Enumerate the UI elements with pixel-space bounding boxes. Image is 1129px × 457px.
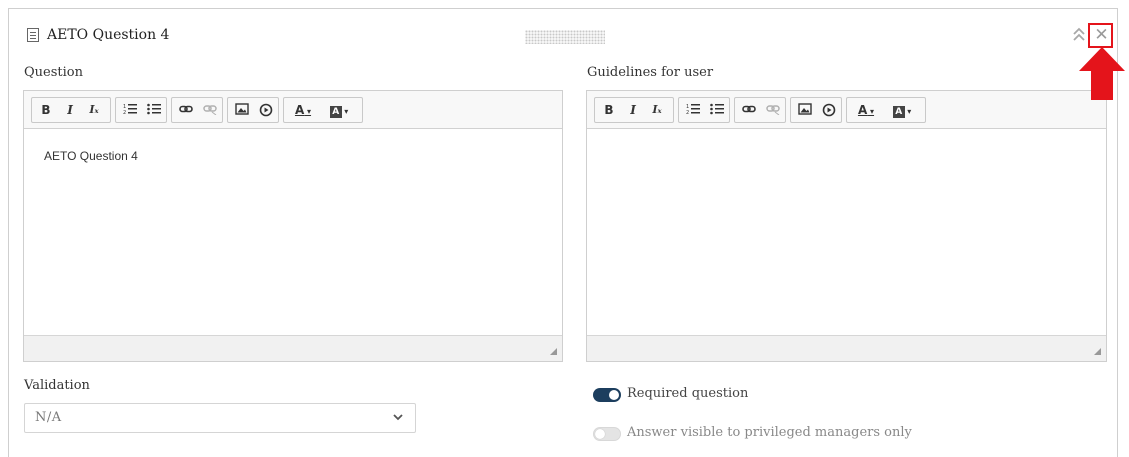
question-toolbar: B I Iₓ 12 A ▾ A ▾ (24, 91, 562, 129)
video-icon[interactable] (818, 98, 840, 122)
numbered-list-icon[interactable]: 12 (682, 98, 704, 122)
drag-handle[interactable] (525, 30, 605, 44)
chevron-down-icon (393, 414, 403, 421)
question-label: Question (24, 65, 83, 80)
resize-grip[interactable] (1094, 348, 1101, 355)
format-group: B I Iₓ (31, 97, 111, 123)
close-highlight-box: ✕ (1088, 23, 1113, 48)
text-color-button[interactable]: A ▾ (851, 98, 881, 122)
link-group (171, 97, 223, 123)
resize-grip[interactable] (550, 348, 557, 355)
media-group (790, 97, 842, 123)
guidelines-label: Guidelines for user (587, 65, 714, 80)
bulleted-list-icon[interactable] (143, 98, 165, 122)
toggle-knob (595, 429, 605, 439)
guidelines-content[interactable] (587, 129, 1106, 337)
question-panel: AETO Question 4 ✕ Question B I Iₓ 12 A ▾… (8, 8, 1118, 457)
image-icon[interactable] (231, 98, 253, 122)
question-content[interactable]: AETO Question 4 (24, 129, 562, 337)
background-color-button[interactable]: A ▾ (887, 98, 917, 122)
remove-format-button[interactable]: Iₓ (646, 98, 668, 122)
privileged-label: Answer visible to privileged managers on… (627, 425, 912, 440)
list-group: 12 (115, 97, 167, 123)
required-toggle[interactable] (593, 388, 621, 402)
guidelines-toolbar: B I Iₓ 12 A ▾ A ▾ (587, 91, 1106, 129)
numbered-list-icon[interactable]: 12 (119, 98, 141, 122)
svg-text:2: 2 (123, 110, 126, 115)
link-icon[interactable] (738, 98, 760, 122)
bold-button[interactable]: B (598, 98, 620, 122)
color-group: A ▾ A ▾ (846, 97, 926, 123)
format-group: B I Iₓ (594, 97, 674, 123)
question-editor: B I Iₓ 12 A ▾ A ▾ AETO Question 4 (23, 90, 563, 362)
guidelines-editor: B I Iₓ 12 A ▾ A ▾ (586, 90, 1107, 362)
bulleted-list-icon[interactable] (706, 98, 728, 122)
video-icon[interactable] (255, 98, 277, 122)
panel-header: AETO Question 4 ✕ (9, 9, 1117, 61)
panel-title: AETO Question 4 (47, 27, 170, 43)
remove-format-button[interactable]: Iₓ (83, 98, 105, 122)
validation-select[interactable]: N/A (24, 403, 416, 433)
close-icon[interactable]: ✕ (1093, 25, 1110, 46)
svg-text:2: 2 (686, 110, 689, 115)
toggle-knob (609, 390, 619, 400)
unlink-icon[interactable] (762, 98, 784, 122)
required-label: Required question (627, 386, 749, 401)
italic-button[interactable]: I (622, 98, 644, 122)
link-icon[interactable] (175, 98, 197, 122)
background-color-button[interactable]: A ▾ (324, 98, 354, 122)
red-arrow-up (1079, 47, 1125, 100)
image-icon[interactable] (794, 98, 816, 122)
collapse-icon[interactable] (1071, 25, 1087, 47)
text-color-button[interactable]: A ▾ (288, 98, 318, 122)
validation-label: Validation (24, 378, 90, 393)
question-statusbar (24, 335, 562, 361)
list-group: 12 (678, 97, 730, 123)
color-group: A ▾ A ▾ (283, 97, 363, 123)
unlink-icon[interactable] (199, 98, 221, 122)
guidelines-statusbar (587, 335, 1106, 361)
media-group (227, 97, 279, 123)
validation-value: N/A (35, 410, 62, 425)
document-icon (27, 28, 39, 42)
link-group (734, 97, 786, 123)
bold-button[interactable]: B (35, 98, 57, 122)
privileged-toggle[interactable] (593, 427, 621, 441)
italic-button[interactable]: I (59, 98, 81, 122)
